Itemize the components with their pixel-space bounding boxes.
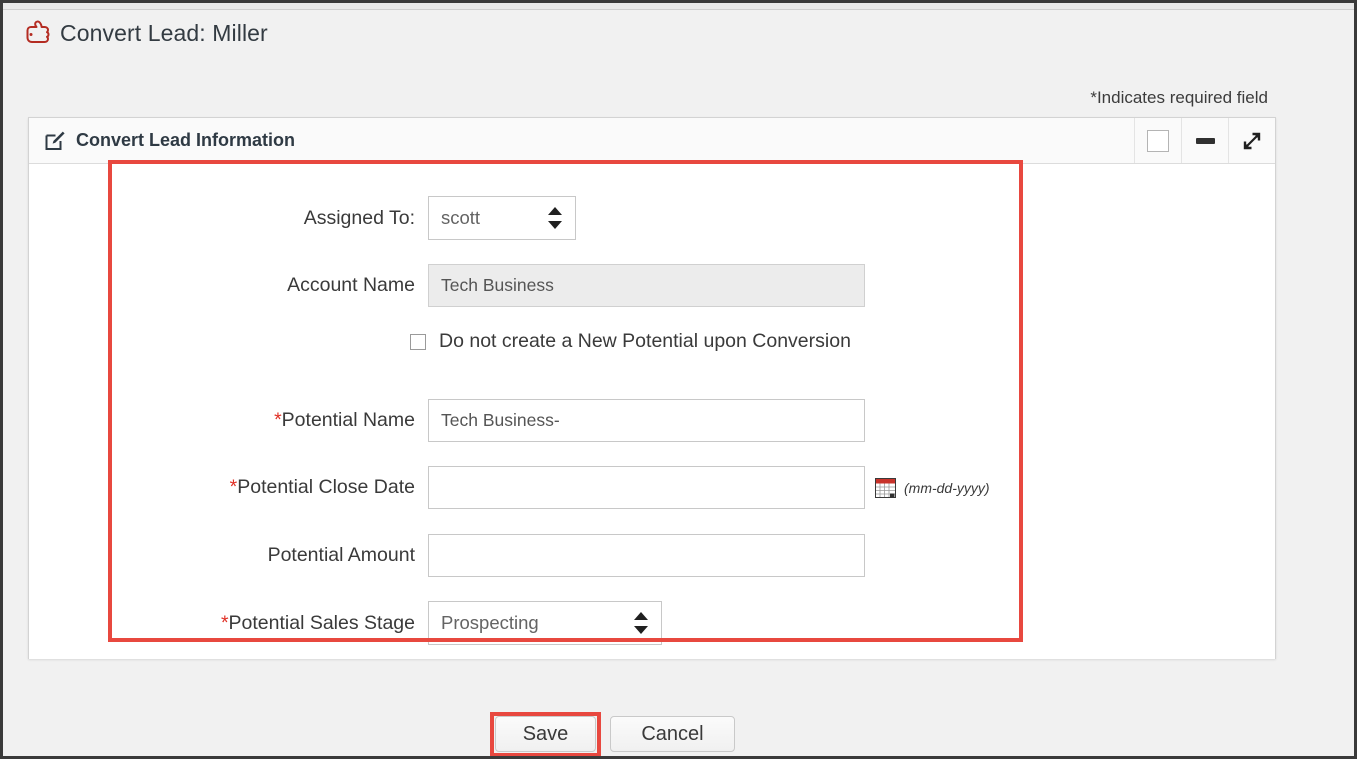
potential-sales-stage-label: *Potential Sales Stage xyxy=(29,612,428,635)
pointing-hand-icon xyxy=(26,20,50,43)
browser-top-strip xyxy=(3,3,1354,10)
expand-button[interactable] xyxy=(1228,118,1275,163)
chevron-updown-icon xyxy=(548,207,562,229)
no-potential-label: Do not create a New Potential upon Conve… xyxy=(439,330,851,352)
row-potential-name: *Potential Name xyxy=(29,399,865,442)
page-title: Convert Lead: Miller xyxy=(23,17,268,49)
assigned-to-value: scott xyxy=(441,207,481,228)
required-asterisk: * xyxy=(220,611,229,634)
required-asterisk: * xyxy=(274,409,282,431)
account-name-input[interactable] xyxy=(428,264,865,307)
panel-header-controls xyxy=(1134,118,1275,163)
potential-amount-input[interactable] xyxy=(428,534,865,577)
potential-close-date-input[interactable] xyxy=(428,466,865,509)
minimize-button[interactable] xyxy=(1181,118,1228,163)
date-format-hint: (mm-dd-yyyy) xyxy=(904,479,990,496)
panel-header-title: Convert Lead Information xyxy=(45,130,295,151)
potential-name-label-text: Potential Name xyxy=(281,409,415,431)
potential-sales-stage-select[interactable]: Prospecting xyxy=(428,601,662,645)
potential-name-input[interactable] xyxy=(428,399,865,442)
row-potential-close-date: *Potential Close Date (mm-dd-yyyy) xyxy=(29,466,990,509)
account-name-label: Account Name xyxy=(287,274,415,296)
square-icon xyxy=(1147,129,1169,152)
edit-pencil-icon xyxy=(45,131,65,150)
assigned-to-select[interactable]: scott xyxy=(428,196,576,240)
page-title-text: Convert Lead: Miller xyxy=(60,19,268,46)
no-potential-checkbox[interactable] xyxy=(410,333,426,350)
potential-amount-label: Potential Amount xyxy=(267,544,415,566)
panel-header-label: Convert Lead Information xyxy=(76,130,296,150)
potential-sales-stage-label-text: Potential Sales Stage xyxy=(228,611,415,634)
row-no-potential: Do not create a New Potential upon Conve… xyxy=(410,330,851,353)
row-potential-amount: Potential Amount xyxy=(29,534,865,577)
panel-header: Convert Lead Information xyxy=(29,118,1275,164)
required-field-note: *Indicates required field xyxy=(1090,88,1268,107)
potential-close-date-label-text: Potential Close Date xyxy=(237,476,415,498)
panel-body: Assigned To: scott Account Name Do not c… xyxy=(29,164,1275,659)
dash-icon xyxy=(1195,137,1215,144)
potential-name-label: *Potential Name xyxy=(29,409,428,432)
diagonal-arrows-icon xyxy=(1243,132,1261,149)
assigned-to-label: Assigned To: xyxy=(303,206,415,229)
app-screen: Convert Lead: Miller *Indicates required… xyxy=(3,3,1354,756)
row-assigned-to: Assigned To: scott xyxy=(29,196,576,240)
save-button[interactable]: Save xyxy=(495,716,596,752)
potential-sales-stage-value: Prospecting xyxy=(441,612,539,633)
row-account-name: Account Name xyxy=(29,264,865,307)
cancel-button[interactable]: Cancel xyxy=(610,716,735,752)
row-potential-sales-stage: *Potential Sales Stage Prospecting xyxy=(29,601,662,645)
potential-close-date-label: *Potential Close Date xyxy=(29,476,428,499)
convert-lead-panel: Convert Lead Information Assigned To: sc… xyxy=(28,117,1276,659)
chevron-updown-icon xyxy=(634,612,648,634)
restore-button[interactable] xyxy=(1134,118,1181,163)
calendar-icon[interactable] xyxy=(875,477,896,498)
